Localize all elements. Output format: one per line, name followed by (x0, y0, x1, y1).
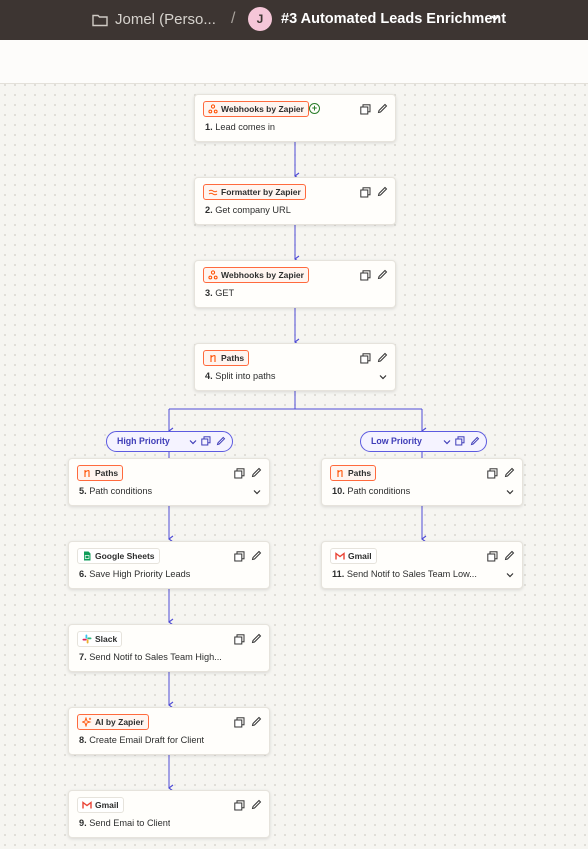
copy-icon[interactable] (487, 551, 498, 562)
app-name: Google Sheets (95, 551, 155, 561)
app-name: AI by Zapier (95, 717, 144, 727)
edit-icon[interactable] (377, 352, 388, 363)
app-badge: Webhooks by Zapier (203, 267, 309, 283)
copy-icon[interactable] (234, 551, 245, 562)
chevron-down-icon[interactable] (443, 439, 451, 445)
step-title: 4. Split into paths (205, 371, 276, 381)
paths-icon (337, 469, 343, 477)
copy-icon[interactable] (360, 270, 371, 281)
webhook-icon (208, 270, 218, 280)
copy-icon[interactable] (201, 436, 211, 446)
path-label: High Priority (117, 436, 170, 446)
path-pill-high-priority[interactable]: High Priority (106, 431, 233, 452)
chevron-down-icon[interactable] (253, 489, 261, 495)
app-name: Paths (348, 468, 372, 478)
edit-icon[interactable] (251, 550, 262, 561)
edit-icon[interactable] (251, 633, 262, 644)
edit-icon[interactable] (470, 436, 480, 446)
step-card-11[interactable]: Gmail 11. Send Notif to Sales Team Low..… (321, 541, 523, 589)
step-card-7[interactable]: Slack 7. Send Notif to Sales Team High..… (68, 624, 270, 672)
copy-icon[interactable] (234, 800, 245, 811)
edit-icon[interactable] (377, 269, 388, 280)
chevron-down-icon[interactable] (189, 439, 197, 445)
copy-icon[interactable] (234, 634, 245, 645)
app-name: Webhooks by Zapier (221, 104, 304, 114)
gmail-icon (82, 801, 92, 809)
step-title: 10. Path conditions (332, 486, 411, 496)
app-name: Gmail (348, 551, 372, 561)
edit-icon[interactable] (251, 799, 262, 810)
app-badge: Webhooks by Zapier (203, 101, 309, 117)
step-title: 3. GET (205, 288, 235, 298)
chevron-down-icon[interactable] (379, 374, 387, 380)
copy-icon[interactable] (234, 468, 245, 479)
app-badge: Slack (77, 631, 123, 647)
step-title: 1. Lead comes in (205, 122, 275, 132)
copy-icon[interactable] (234, 717, 245, 728)
app-name: Formatter by Zapier (221, 187, 301, 197)
path-label: Low Priority (371, 436, 422, 446)
edit-icon[interactable] (504, 467, 515, 478)
edit-icon[interactable] (504, 550, 515, 561)
copy-icon[interactable] (487, 468, 498, 479)
step-title: 8. Create Email Draft for Client (79, 735, 205, 745)
edit-icon[interactable] (377, 103, 388, 114)
app-badge: Gmail (330, 548, 377, 564)
app-badge: Google Sheets (77, 548, 160, 564)
step-title: 6. Save High Priority Leads (79, 569, 191, 579)
google-sheets-icon (84, 551, 91, 561)
app-name: Paths (221, 353, 245, 363)
step-card-9[interactable]: Gmail 9. Send Emai to Client (68, 790, 270, 838)
app-name: Slack (95, 634, 118, 644)
ai-icon (82, 717, 92, 727)
app-name: Gmail (95, 800, 119, 810)
slack-icon (82, 634, 92, 644)
path-pill-low-priority[interactable]: Low Priority (360, 431, 487, 452)
webhook-icon (208, 104, 218, 114)
formatter-icon (208, 189, 218, 196)
step-title: 9. Send Emai to Client (79, 818, 171, 828)
step-card-2[interactable]: Formatter by Zapier 2. Get company URL (194, 177, 396, 225)
step-card-5[interactable]: Paths 5. Path conditions (68, 458, 270, 506)
step-card-3[interactable]: Webhooks by Zapier 3. GET (194, 260, 396, 308)
step-title: 11. Send Notif to Sales Team Low... (332, 569, 477, 579)
chevron-down-icon[interactable] (506, 572, 514, 578)
app-badge: Formatter by Zapier (203, 184, 306, 200)
chevron-down-icon[interactable] (506, 489, 514, 495)
add-icon[interactable]: + (309, 103, 320, 114)
gmail-icon (335, 552, 345, 560)
copy-icon[interactable] (360, 353, 371, 364)
step-card-10[interactable]: Paths 10. Path conditions (321, 458, 523, 506)
copy-icon[interactable] (360, 187, 371, 198)
step-card-4[interactable]: Paths 4. Split into paths (194, 343, 396, 391)
copy-icon[interactable] (455, 436, 465, 446)
app-badge: AI by Zapier (77, 714, 149, 730)
step-title: 2. Get company URL (205, 205, 291, 215)
step-title: 7. Send Notif to Sales Team High... (79, 652, 222, 662)
app-badge: Paths (330, 465, 377, 481)
copy-icon[interactable] (360, 104, 371, 115)
edit-icon[interactable] (251, 467, 262, 478)
step-card-1[interactable]: Webhooks by Zapier + 1. Lead comes in (194, 94, 396, 142)
paths-icon (84, 469, 90, 477)
step-title: 5. Path conditions (79, 486, 153, 496)
edit-icon[interactable] (216, 436, 226, 446)
edit-icon[interactable] (251, 716, 262, 727)
app-name: Webhooks by Zapier (221, 270, 304, 280)
paths-icon (210, 354, 216, 362)
edit-icon[interactable] (377, 186, 388, 197)
app-badge: Paths (203, 350, 250, 366)
app-name: Paths (95, 468, 119, 478)
app-badge: Paths (77, 465, 124, 481)
step-card-8[interactable]: AI by Zapier 8. Create Email Draft for C… (68, 707, 270, 755)
step-card-6[interactable]: Google Sheets 6. Save High Priority Lead… (68, 541, 270, 589)
app-badge: Gmail (77, 797, 124, 813)
